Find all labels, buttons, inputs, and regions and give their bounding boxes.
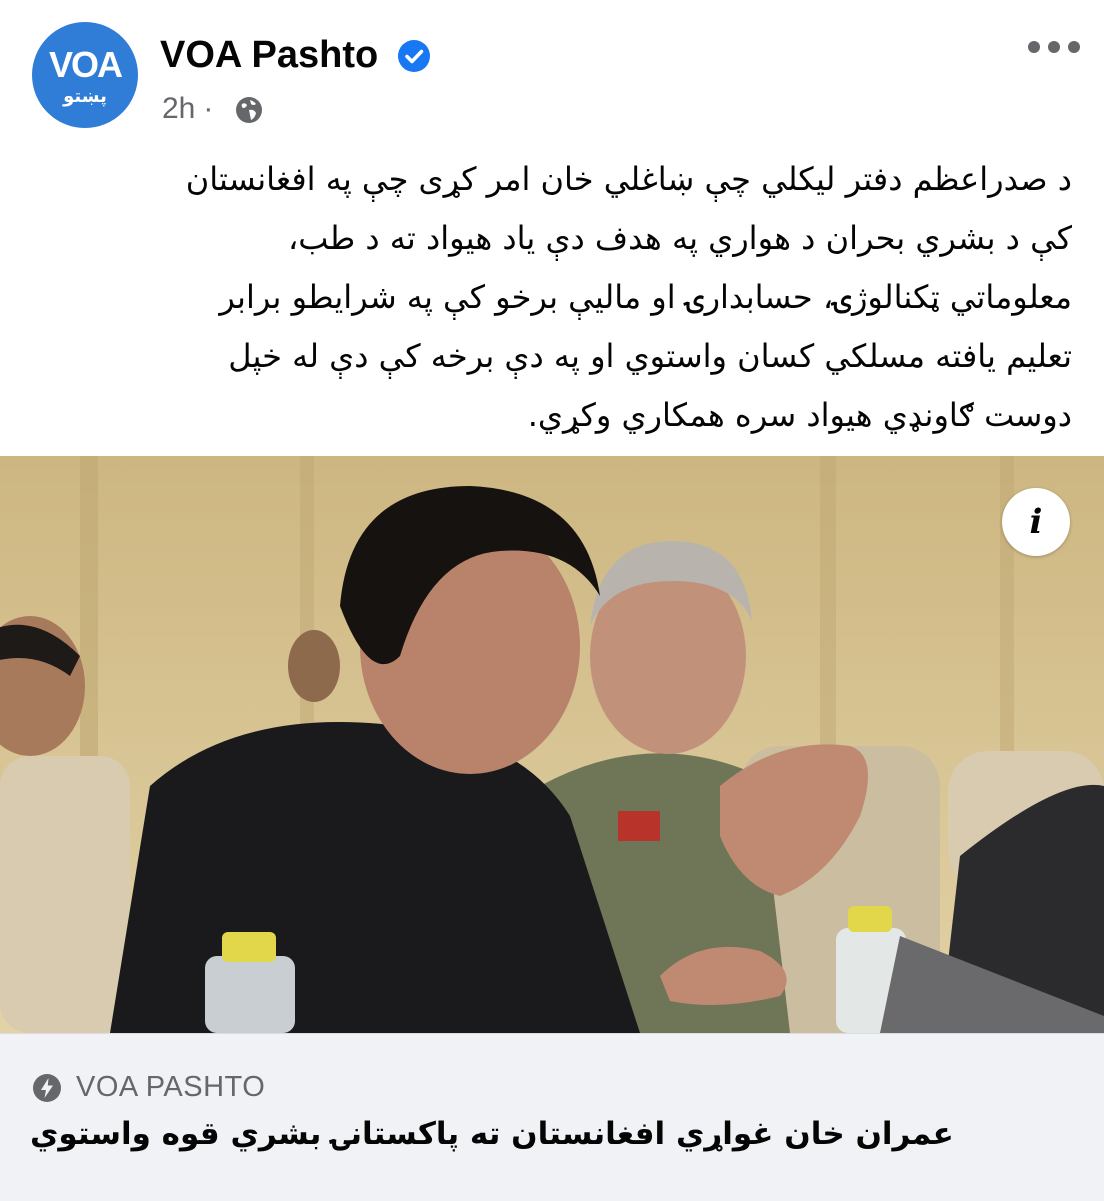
page-avatar[interactable]: VOA پښتو [32,22,138,128]
post-timestamp[interactable]: 2h [162,92,195,125]
link-source: VOA PASHTO [76,1071,266,1103]
post-body-line: معلوماتي ټکنالوژۍ، حسابدارۍ او مالیې برخ… [219,278,1072,316]
post-body-line: تعلیم یافته مسلکي کسان واستوي او په دې ب… [228,337,1072,375]
post-meta: 2h · [162,92,221,126]
post-photo[interactable] [0,456,1104,1033]
post-header: VOA پښتو VOA Pashto 2h · [0,0,1104,140]
meta-separator: · [203,92,214,125]
post-body: د صدراعظم دفتر لیکلي چې ښاغلي خان امر کړ… [28,150,1072,445]
info-button[interactable]: i [1002,488,1070,556]
globe-icon [236,97,262,123]
link-headline[interactable]: عمران خان غواړي افغانستان ته پاکستانۍ بش… [30,1116,954,1152]
avatar-logo-text: VOA [48,44,123,85]
post-body-line: د صدراعظم دفتر لیکلي چې ښاغلي خان امر کړ… [185,160,1072,198]
post-body-line: دوست ګاونډي هیواد سره همکاري وکړي. [527,396,1072,434]
avatar-logo-subtext: پښتو [63,86,107,107]
post-body-line: کې د بشري بحران د هواري په هدف دې یاد هی… [287,219,1072,257]
more-options-icon[interactable] [1026,40,1082,54]
photo-illustration [0,456,1104,1033]
lightning-bolt-icon [33,1074,61,1102]
page-name-link[interactable]: VOA Pashto [160,34,378,77]
verified-badge-icon [398,40,430,72]
